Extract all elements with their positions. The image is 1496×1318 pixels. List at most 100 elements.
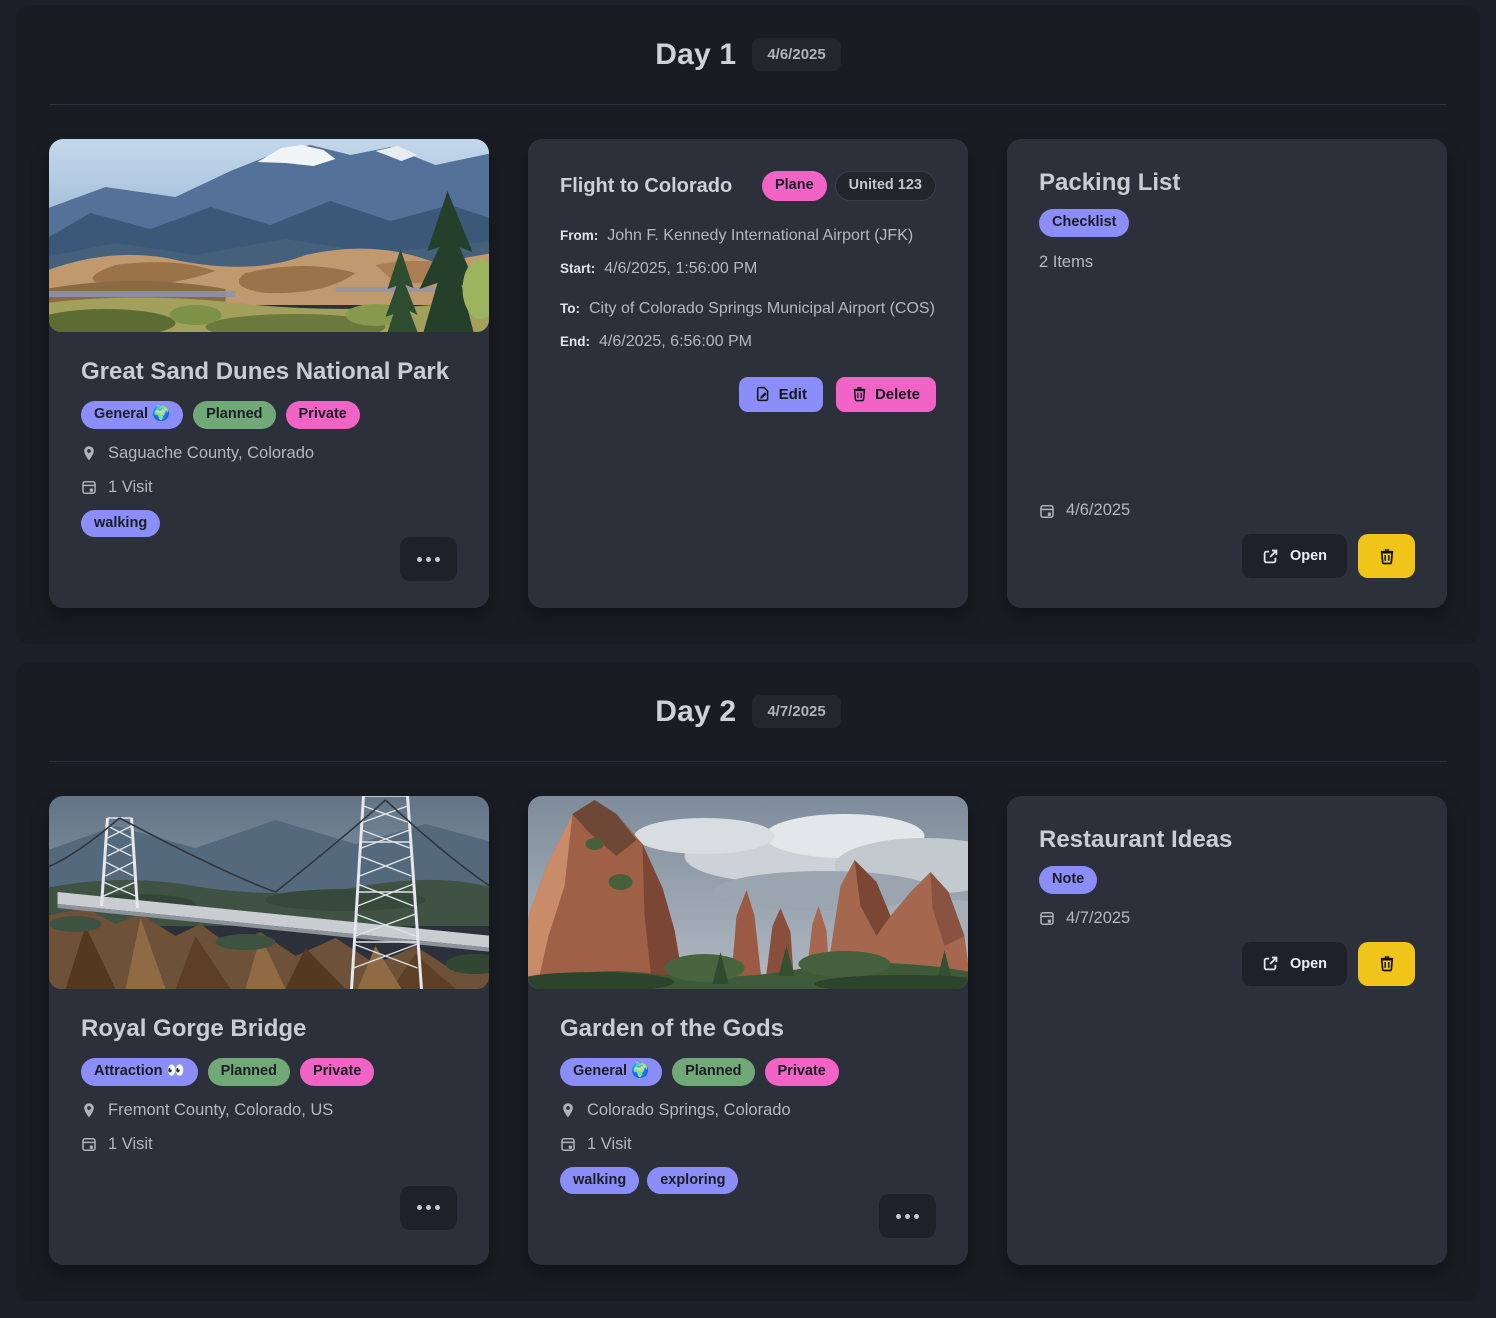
- flight-badges: Plane United 123: [762, 171, 936, 201]
- place-title: Garden of the Gods: [560, 1015, 936, 1043]
- day-1-cards: Great Sand Dunes National Park General 🌍…: [49, 139, 1447, 608]
- place-location: Colorado Springs, Colorado: [587, 1101, 791, 1120]
- place-tags: walking exploring: [560, 1167, 936, 1195]
- status-badge: Planned: [193, 401, 275, 429]
- location-pin-icon: [81, 445, 97, 462]
- flight-card-body: Flight to Colorado Plane United 123 From…: [528, 139, 968, 444]
- tag-badge: exploring: [647, 1167, 738, 1195]
- visibility-badge: Private: [765, 1058, 839, 1086]
- more-options-button[interactable]: [879, 1194, 936, 1238]
- place-location-row: Colorado Springs, Colorado: [560, 1101, 936, 1120]
- more-options-button[interactable]: [400, 537, 457, 581]
- flight-number-badge: United 123: [835, 171, 936, 201]
- place-badges: General 🌍 Planned Private: [560, 1058, 936, 1086]
- note-date-row: 4/7/2025: [1039, 909, 1415, 928]
- more-options-button[interactable]: [400, 1186, 457, 1230]
- place-card-body: Great Sand Dunes National Park General 🌍…: [49, 332, 489, 608]
- place-badges: Attraction 👀 Planned Private: [81, 1058, 457, 1086]
- status-badge: Planned: [208, 1058, 290, 1086]
- place-visits: 1 Visit: [108, 478, 153, 497]
- checklist-items-count: 2 Items: [1039, 253, 1415, 272]
- day-2-title: Day 2: [655, 695, 736, 729]
- place-card-royal-gorge-bridge: Royal Gorge Bridge Attraction 👀 Planned …: [49, 796, 489, 1265]
- start-label: Start:: [560, 261, 595, 276]
- place-location: Saguache County, Colorado: [108, 444, 314, 463]
- trash-icon: [1379, 548, 1395, 565]
- status-badge: Planned: [672, 1058, 754, 1086]
- place-card-garden-of-the-gods: Garden of the Gods General 🌍 Planned Pri…: [528, 796, 968, 1265]
- tag-badge: walking: [81, 510, 160, 538]
- day-1-title: Day 1: [655, 38, 736, 72]
- trash-icon: [1379, 955, 1395, 972]
- place-visits-row: 1 Visit: [81, 1135, 457, 1154]
- more-icon: [417, 1205, 422, 1210]
- place-title: Royal Gorge Bridge: [81, 1015, 457, 1043]
- from-value: John F. Kennedy International Airport (J…: [607, 227, 913, 245]
- itinerary-board: Day 1 4/6/2025: [0, 5, 1496, 1301]
- garden-of-the-gods-photo: [528, 796, 968, 989]
- start-value: 4/6/2025, 1:56:00 PM: [604, 260, 757, 278]
- place-tags: walking: [81, 510, 457, 538]
- great-sand-dunes-photo: [49, 139, 489, 332]
- category-badge: General 🌍: [560, 1058, 662, 1086]
- place-visits-row: 1 Visit: [560, 1135, 936, 1154]
- day-1-date-badge: 4/6/2025: [752, 38, 840, 71]
- place-visits: 1 Visit: [108, 1135, 153, 1154]
- flight-departure-block: From: John F. Kennedy International Airp…: [560, 227, 936, 278]
- tag-badge: walking: [560, 1167, 639, 1195]
- red-rocks-illustration: [528, 796, 968, 989]
- checklist-card-body: Packing List Checklist 2 Items: [1007, 139, 1447, 608]
- to-label: To:: [560, 301, 580, 316]
- checklist-type-badge: Checklist: [1039, 209, 1129, 237]
- delete-checklist-button[interactable]: [1358, 534, 1415, 578]
- note-card-body: Restaurant Ideas Note 4/7/2025: [1007, 796, 1447, 1265]
- place-location-row: Saguache County, Colorado: [81, 444, 457, 463]
- note-date: 4/7/2025: [1066, 909, 1130, 928]
- flight-arrival-block: To: City of Colorado Springs Municipal A…: [560, 300, 936, 351]
- calendar-icon: [81, 1136, 97, 1152]
- flight-card: Flight to Colorado Plane United 123 From…: [528, 139, 968, 608]
- flight-title: Flight to Colorado: [560, 171, 732, 198]
- place-card-great-sand-dunes: Great Sand Dunes National Park General 🌍…: [49, 139, 489, 608]
- delete-button-label: Delete: [875, 386, 920, 403]
- external-link-icon: [1262, 548, 1279, 565]
- delete-note-button[interactable]: [1358, 942, 1415, 986]
- calendar-icon: [81, 479, 97, 495]
- checklist-footer: 4/6/2025: [1039, 501, 1415, 578]
- transport-type-badge: Plane: [762, 171, 827, 201]
- open-button-label: Open: [1290, 956, 1327, 972]
- delete-button[interactable]: Delete: [836, 377, 936, 412]
- category-badge: General 🌍: [81, 401, 183, 429]
- place-visits: 1 Visit: [587, 1135, 632, 1154]
- edit-button-label: Edit: [779, 386, 807, 403]
- visibility-badge: Private: [300, 1058, 374, 1086]
- note-card-restaurant-ideas: Restaurant Ideas Note 4/7/2025: [1007, 796, 1447, 1265]
- bridge-illustration: [49, 796, 489, 989]
- calendar-icon: [1039, 910, 1055, 926]
- place-location-row: Fremont County, Colorado, US: [81, 1101, 457, 1120]
- end-value: 4/6/2025, 6:56:00 PM: [599, 333, 752, 351]
- day-2-section: Day 2 4/7/2025: [16, 662, 1480, 1301]
- calendar-icon: [1039, 503, 1055, 519]
- day-2-header: Day 2 4/7/2025: [49, 662, 1447, 762]
- more-icon: [896, 1214, 901, 1219]
- open-button[interactable]: Open: [1242, 942, 1347, 986]
- edit-button[interactable]: Edit: [739, 377, 823, 412]
- place-location: Fremont County, Colorado, US: [108, 1101, 333, 1120]
- category-badge: Attraction 👀: [81, 1058, 198, 1086]
- place-badges: General 🌍 Planned Private: [81, 401, 457, 429]
- place-title: Great Sand Dunes National Park: [81, 358, 457, 386]
- royal-gorge-bridge-photo: [49, 796, 489, 989]
- checklist-date: 4/6/2025: [1066, 501, 1130, 520]
- from-label: From:: [560, 228, 598, 243]
- open-button[interactable]: Open: [1242, 534, 1347, 578]
- end-label: End:: [560, 334, 590, 349]
- open-button-label: Open: [1290, 548, 1327, 564]
- sand-dunes-illustration: [49, 139, 489, 332]
- trash-icon: [852, 386, 867, 402]
- checklist-date-row: 4/6/2025: [1039, 501, 1415, 520]
- note-type-badge: Note: [1039, 866, 1097, 894]
- day-1-header: Day 1 4/6/2025: [49, 5, 1447, 105]
- visibility-badge: Private: [286, 401, 360, 429]
- checklist-card-packing-list: Packing List Checklist 2 Items: [1007, 139, 1447, 608]
